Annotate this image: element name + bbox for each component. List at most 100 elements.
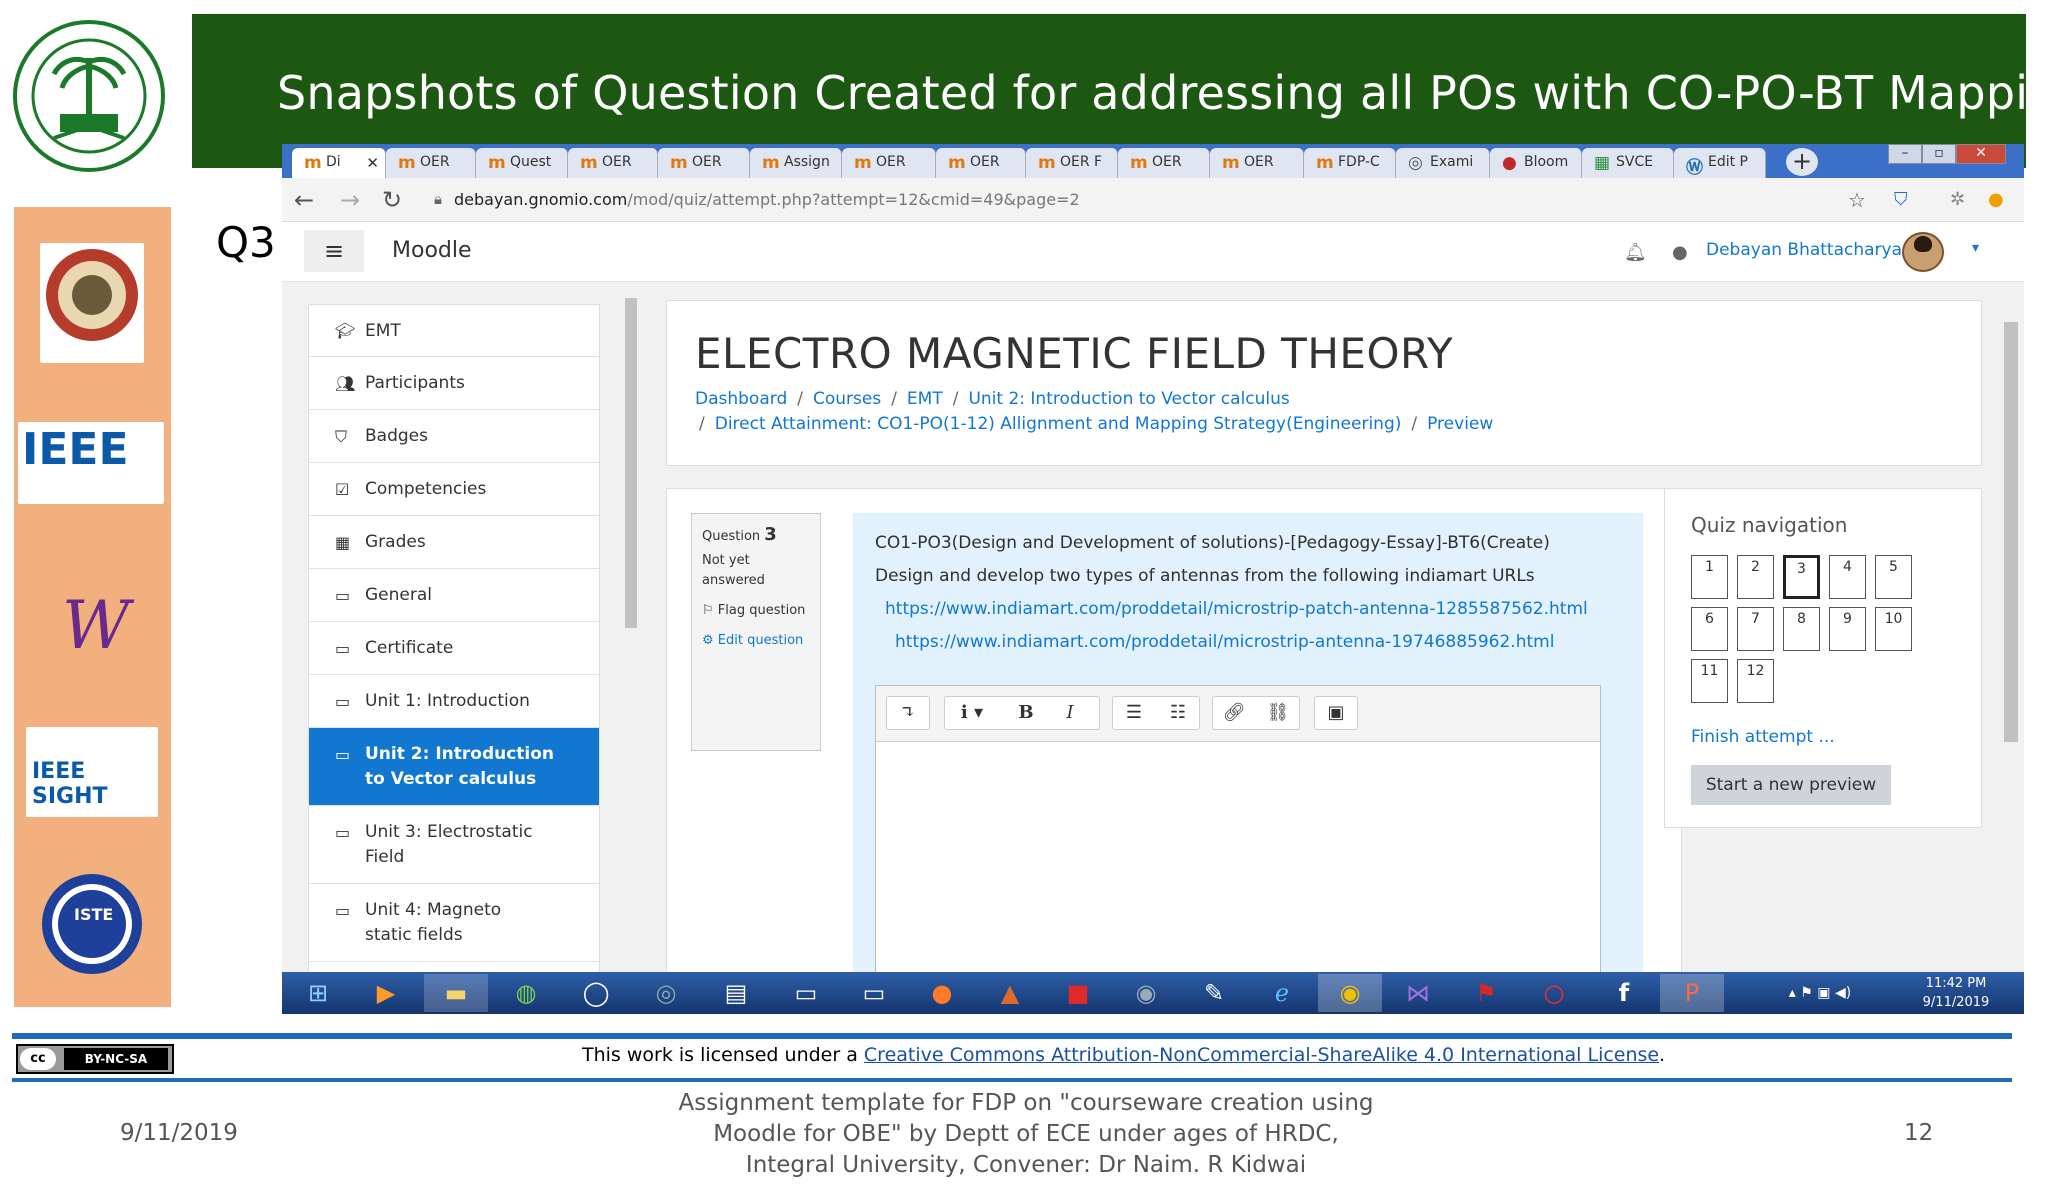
collapse-toolbar-icon[interactable]: ↴ (887, 697, 929, 729)
disc-icon[interactable]: ◎ (634, 974, 698, 1012)
drawer-item-participants[interactable]: 👥︎ Participants (309, 357, 599, 410)
quiz-nav-question-10[interactable]: 10 (1875, 607, 1912, 651)
avatar[interactable] (1902, 232, 1944, 272)
page-scrollbar-thumb[interactable] (2004, 322, 2018, 742)
browser-tab[interactable]: m OER (568, 148, 658, 178)
browser-tab[interactable]: m OER (936, 148, 1026, 178)
bold-icon[interactable]: B (1005, 697, 1047, 729)
breadcrumb-courses[interactable]: Courses (813, 389, 881, 409)
chrome-icon[interactable]: ◉ (1318, 974, 1382, 1012)
drawer-item-general[interactable]: ▭ General (309, 569, 599, 622)
messages-chat-icon[interactable]: ● (1672, 242, 1688, 263)
drawer-scrollbar-thumb[interactable] (625, 298, 637, 628)
drawer-item-unit-3[interactable]: ▭ Unit 3: Electrostatic Field (309, 806, 599, 884)
chrome-alt-icon[interactable]: ◉ (1114, 974, 1178, 1012)
forward-icon[interactable]: → (340, 186, 360, 214)
internet-explorer-icon[interactable]: ℯ (1250, 974, 1314, 1012)
powerpoint-icon[interactable]: P (1660, 974, 1724, 1012)
facebook-icon[interactable]: f (1592, 974, 1656, 1012)
browser-tab[interactable]: ● Bloom (1490, 148, 1582, 178)
breadcrumb-quiz[interactable]: Direct Attainment: CO1-PO(1-12) Allignme… (715, 414, 1402, 434)
browser-tab[interactable]: m OER (658, 148, 750, 178)
license-link[interactable]: Creative Commons Attribution-NonCommerci… (864, 1044, 1659, 1066)
drawer-item-competencies[interactable]: ☑ Competencies (309, 463, 599, 516)
quiz-nav-question-12[interactable]: 12 (1737, 659, 1774, 703)
close-window-button[interactable]: ✕ (1956, 144, 2006, 164)
media-player-icon[interactable]: ▶ (354, 974, 418, 1012)
site-name[interactable]: Moodle (392, 238, 472, 263)
browser-tab[interactable]: m FDP-C (1304, 148, 1396, 178)
extension-icon[interactable]: ✲ (1950, 189, 1965, 210)
drawer-item-unit-2[interactable]: ▭ Unit 2: Introduction to Vector calculus (309, 728, 599, 806)
browser-tab[interactable]: m OER (1210, 148, 1304, 178)
taskbar-clock[interactable]: 11:42 PM 9/11/2019 (1916, 974, 1996, 1012)
browser-tab[interactable]: m Assign (750, 148, 842, 178)
tray-icons[interactable]: ▴ ⚑ ▣ ◀) (1730, 974, 1910, 1012)
reload-icon[interactable]: ↻ (382, 186, 402, 214)
quiz-nav-question-8[interactable]: 8 (1783, 607, 1820, 651)
quiz-nav-question-1[interactable]: 1 (1691, 555, 1728, 599)
extension-shield-icon[interactable]: ⛉ (1894, 189, 1908, 210)
breadcrumb-emt[interactable]: EMT (907, 389, 943, 409)
quiz-nav-question-5[interactable]: 5 (1875, 555, 1912, 599)
breadcrumb-preview[interactable]: Preview (1427, 414, 1493, 434)
new-tab-button[interactable]: + (1786, 148, 1818, 176)
user-name[interactable]: Debayan Bhattacharya (1706, 240, 1902, 260)
question-link-2[interactable]: https://www.indiamart.com/proddetail/mic… (895, 632, 1554, 652)
browser-tab[interactable]: m OER (386, 148, 476, 178)
quiz-nav-question-6[interactable]: 6 (1691, 607, 1728, 651)
maximize-window-button[interactable]: ▫ (1922, 144, 1956, 164)
answer-editor[interactable]: ↴ i ▾ B I ☰ ☷ 🔗︎ ⛓︎ ▣ (875, 685, 1601, 1005)
question-link-1[interactable]: https://www.indiamart.com/proddetail/mic… (885, 599, 1588, 619)
notifications-bell-icon[interactable]: 🔔︎ (1624, 242, 1647, 263)
bullet-list-icon[interactable]: ☰ (1113, 697, 1155, 729)
drawer-item-grades[interactable]: ▦ Grades (309, 516, 599, 569)
minimize-window-button[interactable]: – (1888, 144, 1922, 164)
browser-tab[interactable]: ▦ SVCE (1582, 148, 1674, 178)
numbered-list-icon[interactable]: ☷ (1157, 697, 1199, 729)
window-app-icon[interactable]: ▭ (774, 974, 838, 1012)
breadcrumb-dashboard[interactable]: Dashboard (695, 389, 787, 409)
alert-icon[interactable]: ● (1988, 189, 2004, 210)
paragraph-style-icon[interactable]: i ▾ (947, 697, 997, 729)
insert-image-icon[interactable]: ▣ (1315, 697, 1357, 729)
bookmark-star-icon[interactable]: ☆ (1848, 188, 1866, 212)
start-button-icon[interactable]: ⊞ (286, 974, 350, 1012)
visual-studio-icon[interactable]: ⋈ (1386, 974, 1450, 1012)
quiz-nav-question-3[interactable]: 3 (1783, 555, 1820, 599)
breadcrumb-unit-2[interactable]: Unit 2: Introduction to Vector calculus (968, 389, 1289, 409)
flag-question-link[interactable]: ⚐ Flag question (702, 601, 810, 621)
italic-icon[interactable]: I (1049, 697, 1091, 729)
file-explorer-icon[interactable]: ▬ (424, 974, 488, 1012)
link-icon[interactable]: 🔗︎ (1213, 697, 1255, 729)
editor-app-icon[interactable]: ✎ (1182, 974, 1246, 1012)
drawer-item-unit-1[interactable]: ▭ Unit 1: Introduction (309, 675, 599, 728)
firefox-icon[interactable]: ● (910, 974, 974, 1012)
drawer-item-certificate[interactable]: ▭ Certificate (309, 622, 599, 675)
drawer-item-unit-4[interactable]: ▭ Unit 4: Magneto static fields (309, 884, 599, 962)
browser-tab[interactable]: m Di ✕ (292, 148, 386, 178)
start-new-preview-button[interactable]: Start a new preview (1691, 765, 1891, 805)
quiz-nav-question-2[interactable]: 2 (1737, 555, 1774, 599)
unlink-icon[interactable]: ⛓︎ (1257, 697, 1299, 729)
quiz-nav-question-9[interactable]: 9 (1829, 607, 1866, 651)
drawer-item-emt[interactable]: 🎓︎ EMT (309, 305, 599, 357)
menu-toggle-button[interactable]: ≡ (304, 230, 364, 272)
matlab-icon[interactable]: ▲ (978, 974, 1042, 1012)
network-globe-icon[interactable]: ◍ (494, 974, 558, 1012)
a-view-icon[interactable]: ▤ (704, 974, 768, 1012)
browser-tab[interactable]: m OER F (1026, 148, 1118, 178)
browser-tab[interactable]: m Quest (476, 148, 568, 178)
back-icon[interactable]: ← (294, 186, 314, 214)
drawer-item-badges[interactable]: ⛉ Badges (309, 410, 599, 463)
browser-tab[interactable]: m OER (842, 148, 936, 178)
browser-tab[interactable]: ◎ Exami (1396, 148, 1490, 178)
opera-icon[interactable]: ○ (1522, 974, 1586, 1012)
finish-attempt-link[interactable]: Finish attempt ... (1691, 727, 1835, 747)
quiz-nav-question-4[interactable]: 4 (1829, 555, 1866, 599)
edit-question-link[interactable]: ⚙ Edit question (702, 631, 810, 651)
app-ring-icon[interactable]: ◯ (564, 974, 628, 1012)
quiz-nav-question-11[interactable]: 11 (1691, 659, 1728, 703)
browser-tab[interactable]: m OER (1118, 148, 1210, 178)
browser-tab[interactable]: Ⓦ Edit P (1674, 148, 1766, 178)
